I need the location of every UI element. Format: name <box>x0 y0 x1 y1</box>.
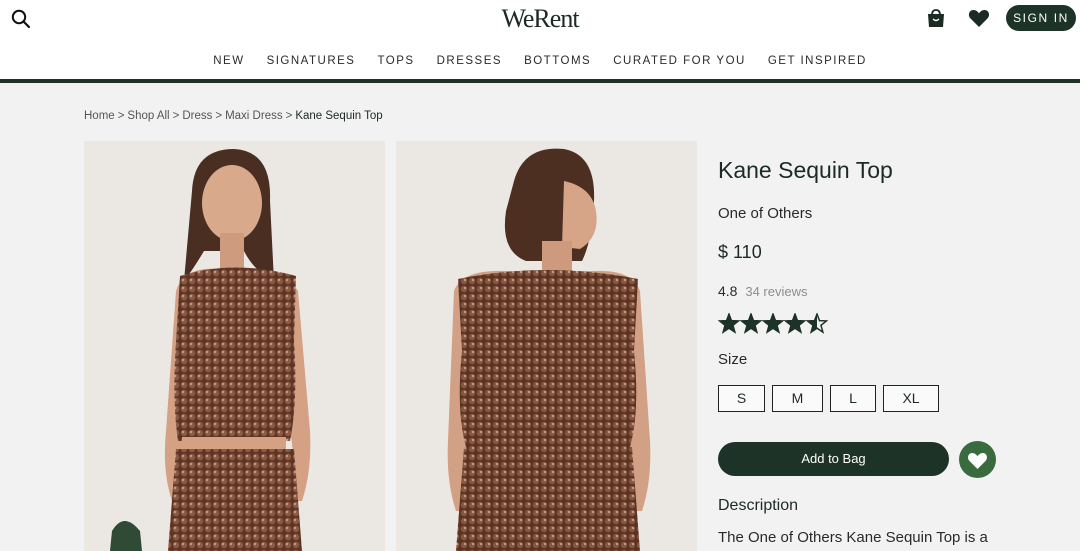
nav-item-dresses[interactable]: DRESSES <box>437 55 502 67</box>
nav-item-tops[interactable]: TOPS <box>377 55 414 67</box>
nav-item-bottoms[interactable]: BOTTOMS <box>524 55 591 67</box>
breadcrumb-separator: > <box>117 110 125 122</box>
add-to-wishlist-button[interactable] <box>959 441 996 478</box>
breadcrumb: Home > Shop All > Dress > Maxi Dress > Kane Sequ… <box>84 110 383 122</box>
size-option-l[interactable]: L <box>830 385 876 412</box>
nav-item-signatures[interactable]: SIGNATURES <box>267 55 356 67</box>
breadcrumb-maxi-dress[interactable]: Maxi Dress <box>225 110 283 122</box>
heart-icon[interactable] <box>967 7 991 29</box>
size-option-xl[interactable]: XL <box>883 385 939 412</box>
nav-item-new[interactable]: NEW <box>213 55 244 67</box>
breadcrumb-shop-all[interactable]: Shop All <box>127 110 169 122</box>
description-text: The One of Others Kane Sequin Top is a <box>718 529 988 546</box>
product-price: $ 110 <box>718 242 762 262</box>
product-brand[interactable]: One of Others <box>718 205 812 222</box>
product-title: Kane Sequin Top <box>718 157 893 183</box>
rating-value: 4.8 <box>718 283 738 299</box>
nav-item-get-inspired[interactable]: GET INSPIRED <box>768 55 867 67</box>
sign-in-button[interactable]: SIGN IN <box>1006 5 1076 31</box>
rating-summary: 4.8 34 reviews <box>718 283 808 299</box>
star-icon <box>785 314 805 333</box>
breadcrumb-current: Kane Sequin Top <box>295 110 383 122</box>
product-image-front[interactable] <box>84 141 385 551</box>
shopping-bag-icon[interactable] <box>925 7 947 29</box>
site-logo[interactable]: WeRent <box>0 4 1080 34</box>
breadcrumb-home[interactable]: Home <box>84 110 115 122</box>
star-icon <box>741 314 761 333</box>
breadcrumb-dress[interactable]: Dress <box>182 110 212 122</box>
breadcrumb-separator: > <box>172 110 180 122</box>
size-selector: S M L XL <box>718 385 939 412</box>
size-option-s[interactable]: S <box>718 385 765 412</box>
product-image-back[interactable] <box>396 141 697 551</box>
size-label: Size <box>718 351 748 368</box>
star-icon <box>763 314 783 333</box>
reviews-link[interactable]: 34 reviews <box>745 284 807 299</box>
breadcrumb-separator: > <box>215 110 223 122</box>
breadcrumb-separator: > <box>285 110 293 122</box>
nav-item-curated-for-you[interactable]: CURATED FOR YOU <box>613 55 746 67</box>
star-icon <box>719 314 739 333</box>
main-navigation: NEW SIGNATURES TOPS DRESSES BOTTOMS CURA… <box>0 55 1080 67</box>
description-heading: Description <box>718 497 799 514</box>
heart-icon <box>968 453 987 469</box>
size-option-m[interactable]: M <box>772 385 823 412</box>
header-divider <box>0 79 1080 83</box>
rating-stars <box>717 311 829 335</box>
add-to-bag-button[interactable]: Add to Bag <box>718 442 949 476</box>
